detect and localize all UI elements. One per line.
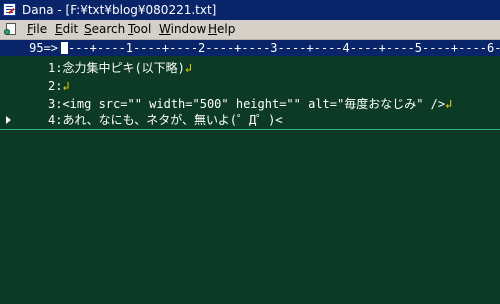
line-text[interactable]: あれ、なにも、ネタが、無いよ(゜Д゜)< (62, 113, 282, 127)
editor-window: Dana - [F:¥txt¥blog¥080221.txt] File Edi… (0, 0, 500, 304)
line-number: 4: (48, 113, 63, 127)
ruler-scale: ---+----1----+----2----+----3----+----4-… (68, 41, 500, 55)
document-icon[interactable] (4, 23, 18, 36)
window-title: Dana - [F:¥txt¥blog¥080221.txt] (22, 3, 217, 17)
column-indicator: 95=> (29, 41, 58, 55)
editor-line[interactable]: 1:念力集中ピキ(以下略)↲ (0, 59, 500, 77)
editor-line-current[interactable]: 4:あれ、なにも、ネタが、無いよ(゜Д゜)< (0, 111, 500, 129)
column-ruler: 95=> ---+----1----+----2----+----3----+-… (0, 40, 500, 56)
newline-mark-icon: ↲ (184, 61, 193, 75)
notepad-pen-icon[interactable] (3, 3, 16, 16)
line-number: 3: (48, 97, 63, 111)
ruler-caret (61, 42, 68, 54)
newline-mark-icon: ↲ (445, 97, 453, 111)
menu-search[interactable]: Search (84, 22, 125, 37)
menu-edit[interactable]: Edit (55, 22, 78, 37)
menu-file[interactable]: File (27, 22, 47, 37)
newline-mark-icon: ↲ (62, 79, 70, 93)
current-line-marker-icon (6, 116, 11, 124)
menu-tool[interactable]: Tool (128, 22, 151, 37)
cursor-underline (0, 129, 500, 130)
menu-bar: File Edit Search Tool Window Help (0, 20, 500, 40)
line-number: 1: (48, 61, 63, 75)
menu-help[interactable]: Help (208, 22, 235, 37)
editor-line[interactable]: 2:↲ (0, 77, 500, 95)
text-editor[interactable]: 1:念力集中ピキ(以下略)↲ 2:↲ 3:<img src="" width="… (0, 57, 500, 304)
menu-window[interactable]: Window (159, 22, 206, 37)
line-number: 2: (48, 79, 63, 93)
line-text[interactable]: <img src="" width="500" height="" alt="毎… (62, 97, 445, 111)
title-bar[interactable]: Dana - [F:¥txt¥blog¥080221.txt] (0, 0, 500, 20)
line-text[interactable]: 念力集中ピキ(以下略) (62, 61, 184, 75)
